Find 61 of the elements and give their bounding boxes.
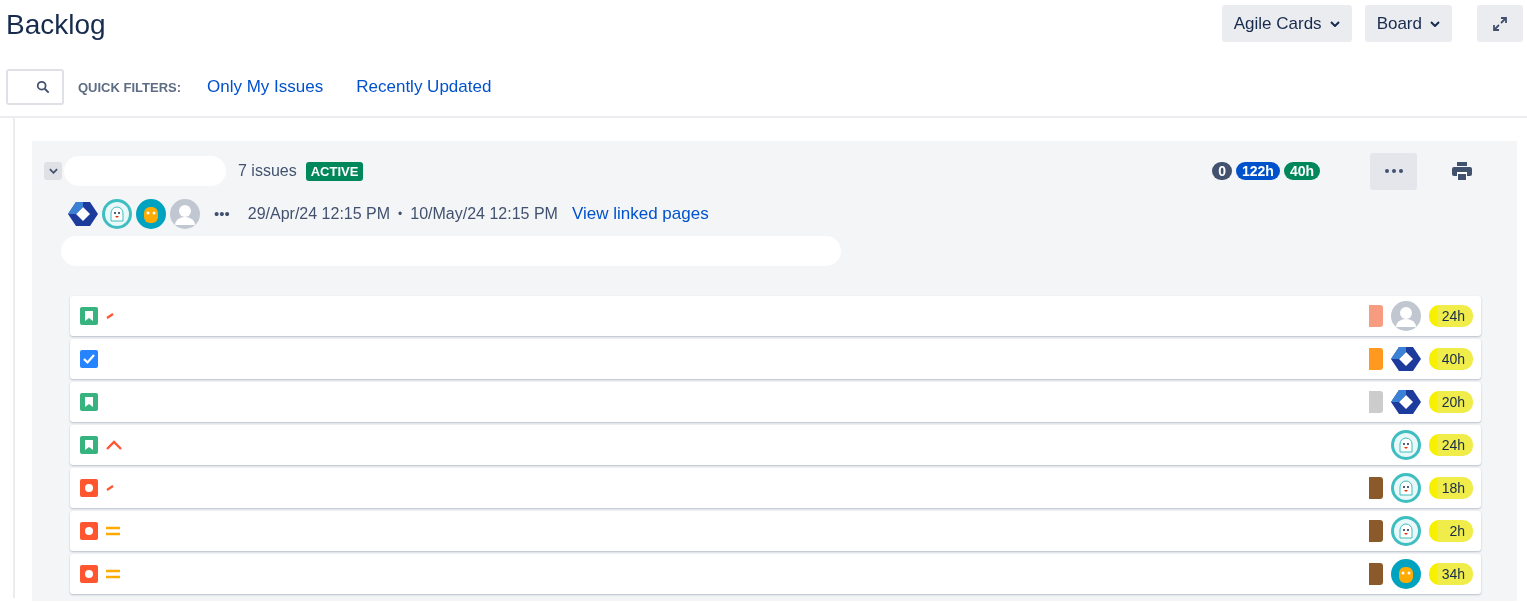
collapse-toggle[interactable] (44, 162, 62, 180)
search-field[interactable] (6, 69, 64, 105)
start-date: 29/Apr/24 12:15 PM (247, 204, 391, 223)
estimate-badge: 0 (1212, 162, 1232, 180)
story-icon (80, 393, 98, 411)
status-lozenge: ACTIVE (305, 161, 364, 181)
ghost-avatar (1391, 473, 1421, 503)
priority-medium-icon (106, 526, 120, 536)
estimate-badge: 40h (1283, 162, 1320, 180)
page-title: Backlog (6, 9, 107, 41)
estimate-badge: 18h (1429, 477, 1473, 499)
more-button[interactable] (1370, 152, 1417, 190)
quick-filter-link[interactable]: Only My Issues (207, 77, 324, 97)
issue-row[interactable]: 40h (70, 339, 1481, 379)
estimate-badge: 34h (1429, 563, 1473, 585)
priority-icon (106, 313, 114, 319)
expand-button[interactable] (1477, 5, 1523, 42)
issue-row[interactable]: 24h (70, 425, 1481, 465)
dropdown-button[interactable]: Board (1364, 5, 1452, 42)
estimate-badge: 40h (1429, 348, 1473, 370)
priority-high-icon (106, 440, 122, 450)
priority-medium-icon (106, 569, 120, 579)
date-separator: • (398, 206, 403, 221)
issue-row[interactable]: 20h (70, 382, 1481, 422)
issue-row[interactable]: 2h (70, 511, 1481, 551)
expand-icon (1492, 15, 1508, 32)
caret-icon (1329, 20, 1340, 27)
end-date: 10/May/24 12:15 PM (410, 204, 558, 223)
estimate-badge: 20h (1429, 391, 1473, 413)
caret-icon (1430, 20, 1440, 27)
issue-row[interactable]: 24h (70, 296, 1481, 336)
bug-icon (80, 565, 98, 583)
estimate-badge: 122h (1235, 162, 1280, 180)
dropdown-button[interactable]: Agile Cards (1221, 5, 1352, 42)
print-icon[interactable] (1452, 162, 1472, 180)
robot-avatar[interactable] (136, 198, 166, 229)
chevron-icon (48, 168, 58, 174)
search-icon (36, 80, 50, 94)
estimate-badge: 24h (1429, 434, 1473, 456)
bug-icon (80, 479, 98, 497)
user-avatar (1391, 301, 1421, 331)
quick-filter-link[interactable]: Recently Updated (356, 77, 492, 97)
story-icon (80, 436, 98, 454)
priority-icon (106, 485, 114, 491)
ghost-avatar (1391, 430, 1421, 460)
ghost-avatar (1391, 516, 1421, 546)
more-icon (1384, 169, 1403, 173)
more-members[interactable]: ••• (214, 205, 230, 222)
issue-row[interactable]: 34h (70, 554, 1481, 594)
robot-avatar (1391, 559, 1421, 589)
bug-icon (80, 522, 98, 540)
quick-filters-label: QUICK FILTERS: (78, 79, 182, 95)
linked-pages-link[interactable]: View linked pages (571, 203, 709, 224)
issue-count: 7 issues (238, 162, 297, 180)
hexagon-avatar (1391, 387, 1421, 417)
estimate-badge: 2h (1429, 520, 1473, 542)
estimate-badge: 24h (1429, 305, 1473, 327)
story-icon (80, 307, 98, 325)
hexagon-avatar (1391, 344, 1421, 374)
issue-row[interactable]: 18h (70, 468, 1481, 508)
task-icon (80, 350, 98, 368)
